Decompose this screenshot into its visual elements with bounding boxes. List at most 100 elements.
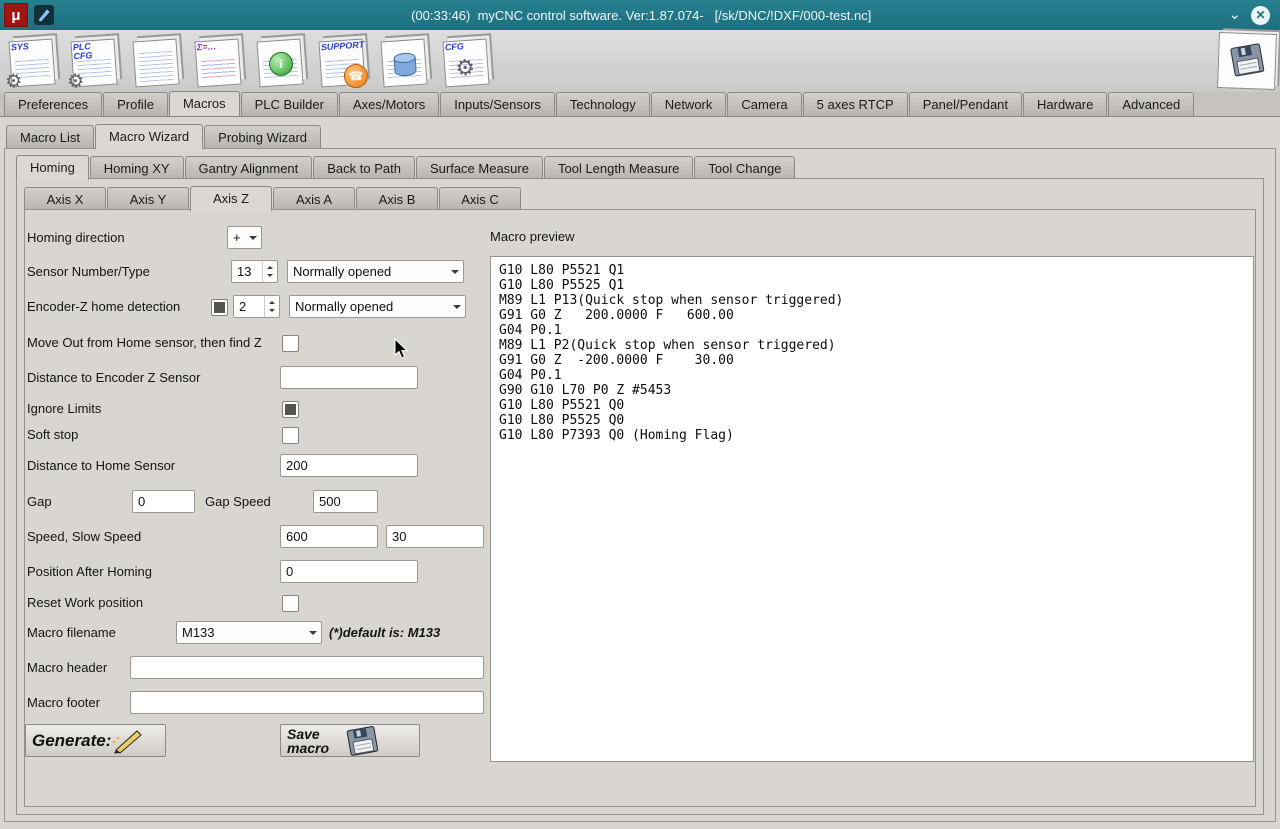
save-macro-button[interactable]: Save macro bbox=[280, 724, 420, 757]
toolbar-button-log[interactable] bbox=[130, 33, 186, 89]
tab-preferences[interactable]: Preferences bbox=[4, 92, 103, 116]
toolbar-button-config[interactable]: CFG ⚙ bbox=[440, 33, 496, 89]
gap-speed-label: Gap Speed bbox=[205, 494, 271, 509]
tab-plc-builder[interactable]: PLC Builder bbox=[240, 92, 338, 116]
tab-axis-x[interactable]: Axis X bbox=[24, 187, 106, 211]
homing-direction-label: Homing direction bbox=[27, 230, 125, 245]
close-icon[interactable]: ✕ bbox=[1251, 5, 1270, 25]
distance-encoder-label: Distance to Encoder Z Sensor bbox=[27, 370, 201, 385]
tab-surface-measure[interactable]: Surface Measure bbox=[415, 156, 543, 180]
pencil-icon bbox=[38, 9, 50, 22]
tab-5-axes-rtcp[interactable]: 5 axes RTCP bbox=[802, 92, 908, 116]
homing-direction-select[interactable]: + bbox=[227, 226, 262, 249]
macro-wizard-pane: Homing Homing XY Gantry Alignment Back t… bbox=[4, 148, 1276, 822]
document-stack-icon: Σ=… bbox=[194, 38, 242, 88]
toolbar-button-system[interactable]: SYS ⚙ bbox=[5, 33, 62, 93]
macro-header-input[interactable] bbox=[130, 656, 484, 679]
generate-button[interactable]: Generate: bbox=[25, 724, 166, 757]
document-stack-icon: CFG ⚙ bbox=[442, 38, 490, 88]
macros-sub-tab-bar: Macro List Macro Wizard Probing Wizard bbox=[6, 124, 322, 149]
slow-speed-input[interactable] bbox=[386, 525, 484, 548]
toolbar-button-database[interactable] bbox=[378, 33, 434, 89]
encoder-z-label: Encoder-Z home detection bbox=[27, 299, 181, 314]
tab-tool-length-measure[interactable]: Tool Length Measure bbox=[543, 156, 694, 180]
macro-footer-input[interactable] bbox=[130, 691, 484, 714]
distance-home-input[interactable] bbox=[280, 454, 418, 477]
document-stack-icon bbox=[132, 38, 180, 88]
tab-probing-wizard[interactable]: Probing Wizard bbox=[204, 125, 322, 149]
chevron-down-icon bbox=[449, 301, 465, 313]
app-logo-icon[interactable]: μ bbox=[4, 3, 28, 27]
tab-axis-z[interactable]: Axis Z bbox=[190, 186, 272, 211]
support-phone-icon: ☎ bbox=[343, 63, 369, 89]
distance-home-label: Distance to Home Sensor bbox=[27, 458, 176, 473]
macro-filename-note: (*)default is: M133 bbox=[329, 625, 441, 640]
tab-axes-motors[interactable]: Axes/Motors bbox=[338, 92, 440, 116]
tab-tool-change[interactable]: Tool Change bbox=[694, 156, 796, 180]
reset-work-label: Reset Work position bbox=[27, 595, 144, 610]
tab-axis-a[interactable]: Axis A bbox=[273, 187, 355, 211]
homing-pane: Axis X Axis Y Axis Z Axis A Axis B Axis … bbox=[16, 178, 1264, 815]
tab-advanced[interactable]: Advanced bbox=[1108, 92, 1195, 116]
macro-preview-text[interactable]: G10 L80 P5521 Q1 G10 L80 P5525 Q1 M89 L1… bbox=[490, 256, 1254, 762]
soft-stop-checkbox[interactable] bbox=[282, 427, 299, 444]
chevron-down-icon[interactable]: ⌄ bbox=[1228, 7, 1241, 22]
gap-label: Gap bbox=[27, 494, 52, 509]
tab-macro-wizard[interactable]: Macro Wizard bbox=[94, 124, 204, 149]
spinner-arrows-icon[interactable] bbox=[264, 296, 279, 317]
tab-homing-xy[interactable]: Homing XY bbox=[89, 156, 184, 180]
wizard-tab-bar: Homing Homing XY Gantry Alignment Back t… bbox=[16, 155, 796, 180]
titlebar: μ (00:33:46) myCNC control software. Ver… bbox=[0, 0, 1280, 30]
tab-camera[interactable]: Camera bbox=[727, 92, 802, 116]
speed-input[interactable] bbox=[280, 525, 378, 548]
position-after-homing-input[interactable] bbox=[280, 560, 418, 583]
encoder-number-spinner[interactable]: 2 bbox=[233, 295, 280, 318]
main-tab-bar: Preferences Profile Macros PLC Builder A… bbox=[0, 91, 1280, 117]
document-stack-icon: SUPPORT ☎ bbox=[318, 38, 369, 89]
axis-z-pane: Homing direction + Sensor Number/Type 13… bbox=[24, 209, 1256, 807]
tab-panel-pendant[interactable]: Panel/Pendant bbox=[908, 92, 1023, 116]
floppy-disk-icon bbox=[346, 725, 379, 756]
encoder-type-select[interactable]: Normally opened bbox=[289, 295, 466, 318]
tab-axis-y[interactable]: Axis Y bbox=[107, 187, 189, 211]
edit-tool-icon[interactable] bbox=[34, 5, 54, 25]
macros-page: Macro List Macro Wizard Probing Wizard H… bbox=[0, 117, 1280, 829]
tab-technology[interactable]: Technology bbox=[555, 92, 650, 116]
tab-axis-b[interactable]: Axis B bbox=[356, 187, 438, 211]
tab-network[interactable]: Network bbox=[650, 92, 727, 116]
tab-gantry-alignment[interactable]: Gantry Alignment bbox=[184, 156, 313, 180]
pencil-icon bbox=[113, 729, 143, 754]
gap-input[interactable] bbox=[132, 490, 195, 513]
chevron-down-icon bbox=[305, 627, 321, 639]
tab-macro-list[interactable]: Macro List bbox=[6, 125, 94, 149]
macro-filename-select[interactable]: M133 bbox=[176, 621, 322, 644]
tab-hardware[interactable]: Hardware bbox=[1023, 92, 1108, 116]
macro-footer-label: Macro footer bbox=[27, 695, 100, 710]
tab-axis-c[interactable]: Axis C bbox=[439, 187, 521, 211]
distance-encoder-input[interactable] bbox=[280, 366, 418, 389]
sensor-type-select[interactable]: Normally opened bbox=[287, 260, 464, 283]
mouse-cursor bbox=[394, 338, 409, 359]
reset-work-checkbox[interactable] bbox=[282, 595, 299, 612]
tab-profile[interactable]: Profile bbox=[103, 92, 168, 116]
tab-homing[interactable]: Homing bbox=[16, 155, 89, 180]
save-settings-button[interactable] bbox=[1217, 32, 1277, 90]
sensor-number-spinner[interactable]: 13 bbox=[231, 260, 278, 283]
toolbar-button-info[interactable]: i bbox=[254, 33, 310, 89]
tab-macros[interactable]: Macros bbox=[168, 91, 240, 116]
move-out-checkbox[interactable] bbox=[282, 335, 299, 352]
tab-inputs-sensors[interactable]: Inputs/Sensors bbox=[440, 92, 555, 116]
chevron-down-icon bbox=[447, 266, 463, 278]
ignore-limits-checkbox[interactable] bbox=[282, 401, 299, 418]
encoder-z-checkbox[interactable] bbox=[211, 299, 228, 316]
document-stack-icon: i bbox=[256, 38, 304, 88]
gap-speed-input[interactable] bbox=[313, 490, 378, 513]
toolbar-button-support[interactable]: SUPPORT ☎ bbox=[316, 33, 372, 89]
toolbar-button-plc-config[interactable]: PLC CFG ⚙ bbox=[67, 33, 124, 93]
toolbar-button-macro-list[interactable]: Σ=… bbox=[192, 33, 248, 89]
app-window: μ (00:33:46) myCNC control software. Ver… bbox=[0, 0, 1280, 829]
spinner-arrows-icon[interactable] bbox=[262, 261, 277, 282]
tab-back-to-path[interactable]: Back to Path bbox=[313, 156, 415, 180]
window-title: (00:33:46) myCNC control software. Ver:1… bbox=[411, 7, 872, 23]
macro-filename-label: Macro filename bbox=[27, 625, 116, 640]
